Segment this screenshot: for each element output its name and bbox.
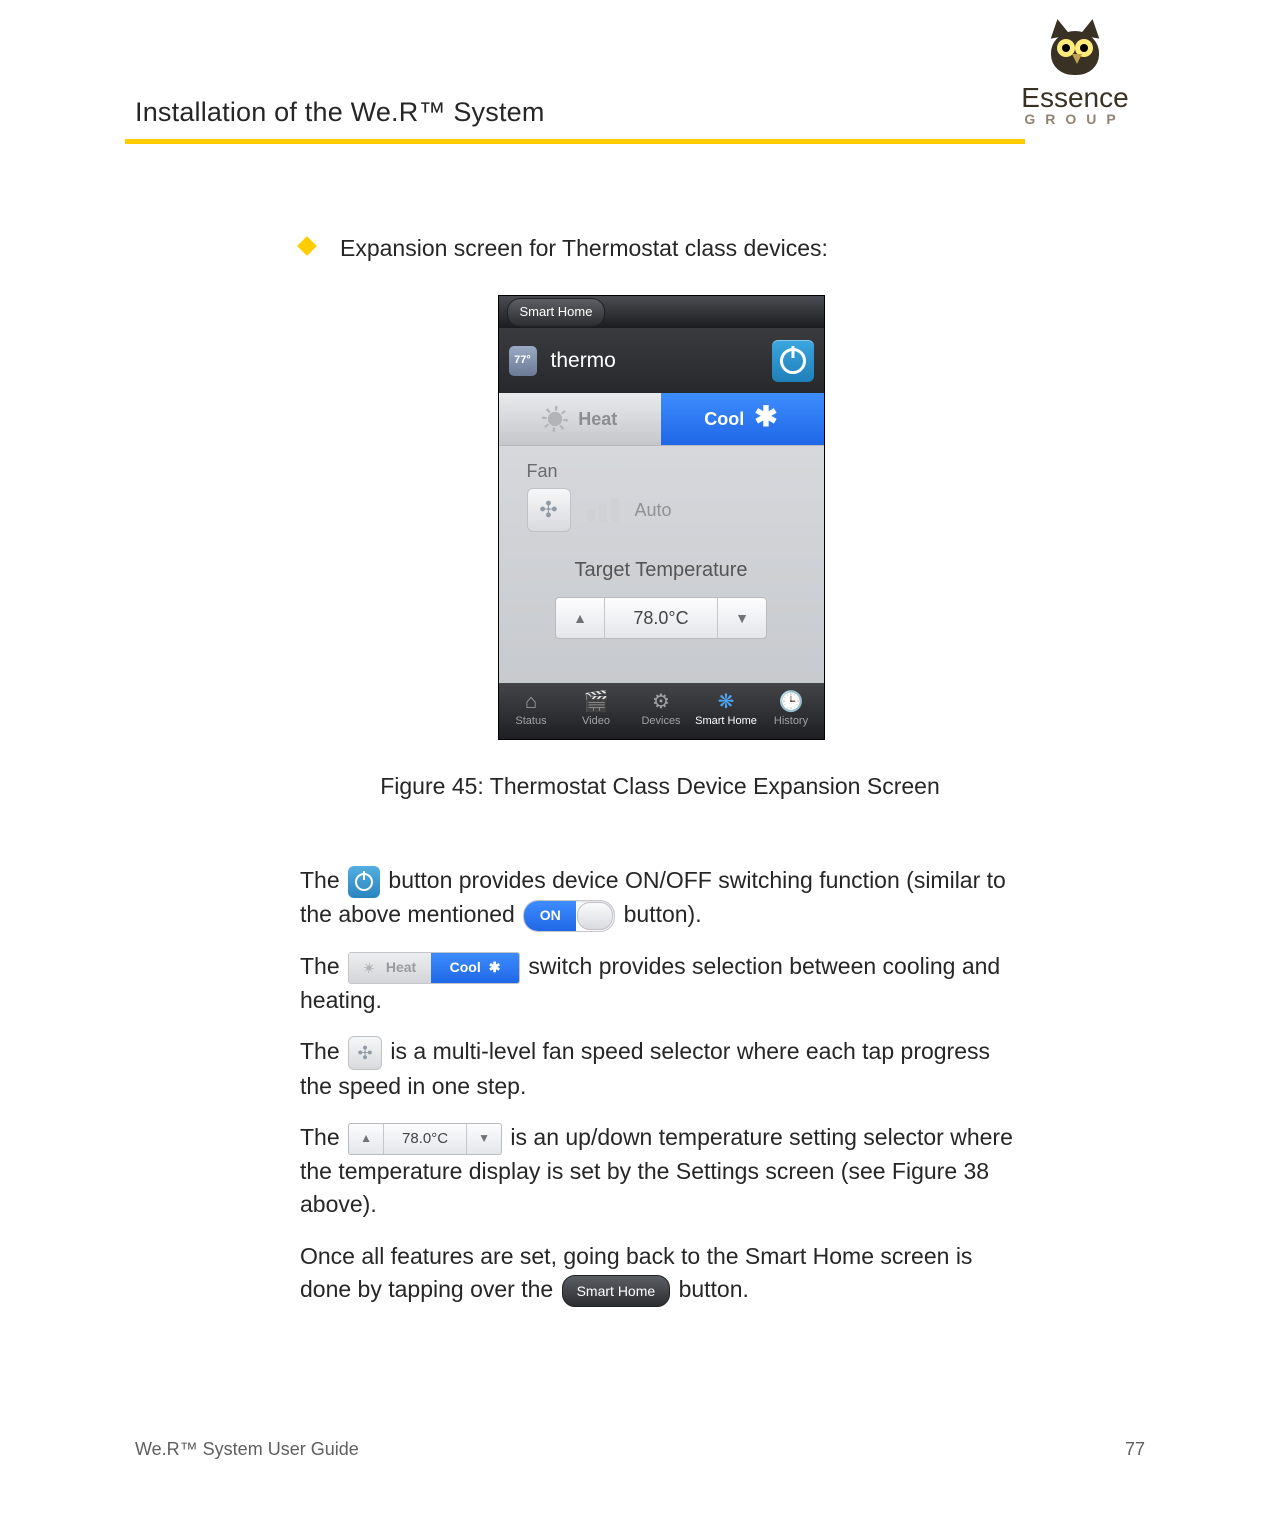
inline-smart-home-pill[interactable]: Smart Home	[562, 1275, 671, 1307]
inline-temp-up[interactable]: ▲	[349, 1124, 383, 1154]
power-button[interactable]	[772, 340, 814, 382]
power-icon	[355, 873, 373, 891]
gear-icon: ⚙	[652, 692, 670, 712]
page-footer: We.R™ System User Guide 77	[135, 1439, 1145, 1460]
inline-temp-down[interactable]: ▼	[467, 1124, 501, 1154]
tab-devices[interactable]: ⚙Devices	[629, 683, 694, 739]
para-back: Once all features are set, going back to…	[300, 1240, 1020, 1307]
footer-page-number: 77	[1125, 1439, 1145, 1460]
inline-heat-cool-switch[interactable]: Heat Cool	[348, 952, 520, 984]
bullet-item: Expansion screen for Thermostat class de…	[300, 232, 1020, 265]
para-power: The button provides device ON/OFF switch…	[300, 864, 1020, 932]
tab-smart-home[interactable]: ❋Smart Home	[694, 683, 759, 739]
inline-heat-segment[interactable]: Heat	[349, 953, 431, 983]
sun-icon	[542, 406, 568, 432]
doc-section-title: Installation of the We.R™ System	[135, 97, 545, 128]
owl-icon	[1045, 25, 1105, 80]
toggle-knob	[577, 902, 613, 930]
bullet-text: Expansion screen for Thermostat class de…	[340, 235, 828, 261]
para-fan: The ✣ is a multi-level fan speed selecto…	[300, 1035, 1020, 1103]
inline-temperature-stepper[interactable]: ▲ 78.0°C ▼	[348, 1123, 502, 1155]
fan-section-label: Fan	[499, 446, 824, 488]
device-header-row: 77° thermo	[499, 328, 824, 393]
app-topbar: Smart Home	[499, 296, 824, 328]
diamond-bullet-icon	[297, 236, 317, 256]
heat-segment[interactable]: Heat	[499, 393, 662, 445]
para-heatcool: The Heat Cool switch provides selection …	[300, 950, 1020, 1017]
clock-icon: 🕒	[779, 692, 804, 712]
brand-name: Essence	[1005, 82, 1145, 114]
tab-status[interactable]: ⌂Status	[499, 683, 564, 739]
smarthome-icon: ❋	[718, 692, 735, 712]
cool-segment[interactable]: Cool	[661, 393, 824, 445]
brand-logo: Essence GROUP	[1005, 25, 1145, 127]
on-label: ON	[524, 901, 576, 931]
snowflake-icon	[754, 406, 780, 432]
tab-video[interactable]: 🎬Video	[564, 683, 629, 739]
temp-up-button[interactable]: ▲	[556, 598, 604, 638]
home-icon: ⌂	[525, 692, 537, 712]
footer-doc-title: We.R™ System User Guide	[135, 1439, 359, 1460]
inline-temp-value: 78.0°C	[383, 1124, 467, 1154]
thermostat-icon: 77°	[509, 346, 537, 376]
inline-cool-segment[interactable]: Cool	[431, 953, 519, 983]
tab-bar: ⌂Status 🎬Video ⚙Devices ❋Smart Home 🕒His…	[499, 683, 824, 739]
brand-subtitle: GROUP	[1005, 111, 1145, 127]
fan-icon: ✣	[539, 494, 557, 526]
sun-icon	[364, 963, 374, 973]
fan-level-bars	[587, 498, 619, 522]
inline-power-button[interactable]	[348, 866, 380, 898]
temp-down-button[interactable]: ▼	[718, 598, 766, 638]
device-name-label: thermo	[551, 346, 772, 376]
fan-auto-label: Auto	[635, 497, 672, 523]
temp-value: 78.0°C	[604, 598, 718, 638]
power-icon	[780, 348, 806, 374]
temperature-stepper[interactable]: ▲ 78.0°C ▼	[555, 597, 767, 639]
video-icon: 🎬	[584, 692, 609, 712]
tab-history[interactable]: 🕒History	[759, 683, 824, 739]
inline-on-toggle[interactable]: ON	[523, 900, 615, 932]
back-pill-smart-home[interactable]: Smart Home	[507, 298, 606, 327]
figure-caption: Figure 45: Thermostat Class Device Expan…	[300, 770, 1020, 803]
header-rule	[125, 139, 1025, 144]
heat-cool-switch[interactable]: Heat Cool	[499, 393, 824, 446]
inline-fan-button[interactable]: ✣	[348, 1036, 382, 1070]
phone-screenshot: Smart Home 77° thermo Heat Cool Fan ✣	[498, 295, 825, 740]
fan-icon: ✣	[357, 1040, 372, 1066]
fan-speed-button[interactable]: ✣	[527, 488, 571, 532]
para-stepper: The ▲ 78.0°C ▼ is an up/down temperature…	[300, 1121, 1020, 1222]
target-temp-label: Target Temperature	[499, 556, 824, 585]
